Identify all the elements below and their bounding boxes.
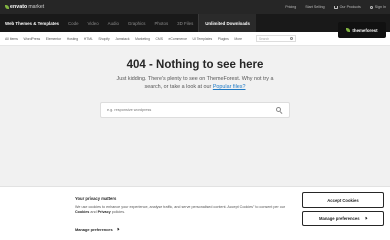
subnav-all-items[interactable]: All Items: [5, 37, 18, 41]
cookies-policy-link[interactable]: Cookies: [75, 210, 89, 214]
description-text: Just kidding. There's plenty to see on T…: [116, 76, 274, 91]
subnav-search-input[interactable]: Search: [259, 37, 290, 41]
subnav-cms[interactable]: CMS: [155, 37, 163, 41]
category-photos[interactable]: Photos: [154, 21, 168, 26]
privacy-policy-link[interactable]: Privacy: [98, 210, 111, 214]
manage-preferences-button-label: Manage preferences: [319, 216, 360, 221]
themeforest-label: themeforest: [352, 27, 378, 33]
sign-in-label: Sign In: [374, 5, 386, 9]
manage-preferences-link[interactable]: Manage preferences: [75, 227, 120, 232]
page-title: 404 - Nothing to see here: [126, 59, 264, 71]
themeforest-leaf-icon: [346, 28, 351, 32]
search-icon[interactable]: [290, 37, 293, 40]
user-icon: [369, 5, 373, 9]
cookie-text: We use cookies to enhance your experienc…: [75, 205, 290, 216]
category-unlimited-downloads[interactable]: Unlimited Downloads: [198, 14, 256, 32]
category-nav: Web Themes & Templates Code Video Audio …: [0, 14, 390, 32]
category-3d-files[interactable]: 3D Files: [177, 21, 193, 26]
search-icon-handle: [280, 111, 283, 114]
top-links: Pricing Start Selling Our Products Sign …: [276, 0, 386, 14]
our-products-link[interactable]: Our Products: [333, 5, 361, 9]
subnav-ui-templates[interactable]: UI Templates: [192, 37, 212, 41]
logo-text: envato: [10, 4, 28, 10]
sign-in-link[interactable]: Sign In: [369, 5, 386, 9]
subnav-html[interactable]: HTML: [84, 37, 93, 41]
subnav-wordpress[interactable]: WordPress: [24, 37, 41, 41]
start-selling-link[interactable]: Start Selling: [305, 5, 324, 9]
accept-cookies-button[interactable]: Accept Cookies: [302, 192, 384, 208]
subnav-search[interactable]: Search: [256, 35, 296, 42]
chevron-right-icon: [364, 216, 368, 221]
category-code[interactable]: Code: [68, 21, 79, 26]
cookie-title: Your privacy matters: [75, 196, 117, 201]
subnav-plugins[interactable]: Plugins: [218, 37, 229, 41]
chevron-right-icon: [116, 227, 120, 232]
cookie-text-policies: policies.: [111, 210, 126, 215]
main-search-input[interactable]: [107, 105, 276, 115]
subnav-hosting[interactable]: Hosting: [67, 37, 79, 41]
our-products-label: Our Products: [339, 5, 361, 9]
envato-logo[interactable]: envato market: [5, 0, 44, 14]
logo-sub: market: [28, 4, 45, 10]
main-search-box: [100, 102, 290, 118]
subnav-jamstack[interactable]: Jamstack: [115, 37, 129, 41]
themeforest-badge[interactable]: themeforest: [338, 22, 386, 38]
pricing-link[interactable]: Pricing: [285, 5, 296, 9]
search-icon[interactable]: [276, 106, 283, 114]
cart-icon: [333, 5, 338, 9]
envato-leaf-icon: [5, 5, 9, 9]
category-web-themes[interactable]: Web Themes & Templates: [5, 21, 59, 26]
category-graphics[interactable]: Graphics: [128, 21, 146, 26]
subnav-elementor[interactable]: Elementor: [46, 37, 61, 41]
category-audio[interactable]: Audio: [108, 21, 119, 26]
cookie-text-body: We use cookies to enhance your experienc…: [75, 205, 286, 209]
main-content: 404 - Nothing to see here Just kidding. …: [0, 47, 390, 187]
category-video[interactable]: Video: [88, 21, 99, 26]
manage-preferences-button[interactable]: Manage preferences: [302, 211, 384, 226]
manage-preferences-link-label: Manage preferences: [75, 227, 113, 232]
subnav-marketing[interactable]: Marketing: [135, 37, 150, 41]
page-description: Just kidding. There's plenty to see on T…: [110, 75, 280, 92]
popular-files-link[interactable]: Popular files?: [213, 84, 246, 90]
cookie-text-and: and: [90, 210, 97, 215]
subnav-more[interactable]: More: [234, 37, 242, 41]
subnav-ecommerce[interactable]: eCommerce: [169, 37, 187, 41]
top-bar: envato market Pricing Start Selling Our …: [0, 0, 390, 14]
subnav-shopify[interactable]: Shopify: [98, 37, 109, 41]
sub-nav: All Items WordPress Elementor Hosting HT…: [0, 32, 390, 46]
